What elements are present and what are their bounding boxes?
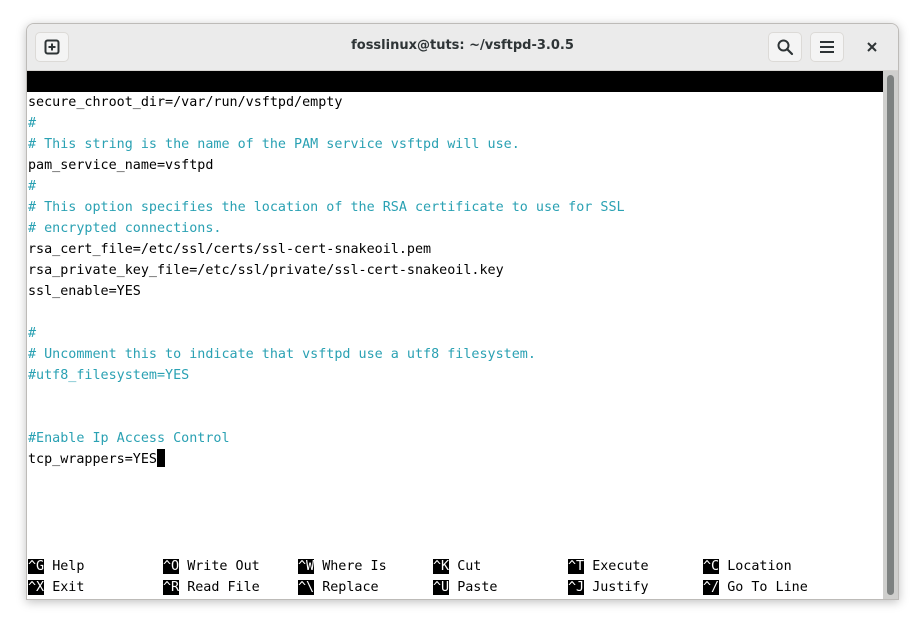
shortcut-key: ^R [163,580,180,595]
editor-line: # [28,326,37,341]
shortcut-spacer [179,580,187,595]
shortcut-spacer [584,580,592,595]
shortcut-spacer [449,559,457,574]
shortcut-item[interactable]: ^W Where Is [298,556,387,577]
editor-line: # [28,179,37,194]
scrollbar[interactable] [883,71,898,599]
terminal-window: fosslinux@tuts: ~/vsftpd-3.0.5 GNU nano … [26,23,899,600]
editor-line: #utf8_filesystem=YES [28,368,190,383]
close-icon [867,42,877,52]
editor-line: # Uncomment this to indicate that vsftpd… [28,347,536,362]
shortcut-item[interactable]: ^/ Go To Line [703,577,808,598]
editor-line: ssl_enable=YES [28,284,141,299]
shortcut-label: Cut [457,559,482,574]
editor-line: # This string is the name of the PAM ser… [28,137,520,152]
editor-line: # encrypted connections. [28,221,222,236]
shortcut-item[interactable]: ^U Paste [433,577,498,598]
shortcut-key: ^J [568,580,585,595]
shortcut-item[interactable]: ^R Read File [163,577,260,598]
shortcut-label: Read File [187,580,260,595]
shortcut-key: ^K [433,559,450,574]
shortcut-key: ^X [28,580,45,595]
menu-button[interactable] [810,32,844,62]
shortcut-item[interactable]: ^T Execute [568,556,649,577]
search-button[interactable] [768,32,802,62]
shortcut-spacer [44,559,52,574]
shortcut-key: ^O [163,559,180,574]
shortcut-label: Help [52,559,85,574]
shortcut-key: ^/ [703,580,720,595]
shortcut-label: Exit [52,580,85,595]
nano-header-bar: GNU nano 7.2 /etc/vsftpd.conf * [27,71,883,131]
title-bar: fosslinux@tuts: ~/vsftpd-3.0.5 [27,24,898,71]
shortcut-spacer [44,580,52,595]
shortcut-key: ^W [298,559,315,574]
shortcut-label: Location [727,559,792,574]
editor-line: pam_service_name=vsftpd [28,158,214,173]
shortcut-key: ^U [433,580,450,595]
editor-line: secure_chroot_dir=/var/run/vsftpd/empty [28,95,343,110]
shortcut-item[interactable]: ^C Location [703,556,792,577]
shortcut-spacer [314,580,322,595]
nano-filename: /etc/vsftpd.conf * [407,116,553,131]
shortcut-label: Execute [592,559,649,574]
shortcut-item[interactable]: ^X Exit [28,577,84,598]
terminal-content[interactable]: GNU nano 7.2 /etc/vsftpd.conf * secure_c… [27,71,883,599]
text-cursor [157,449,165,467]
shortcut-spacer [584,559,592,574]
shortcut-spacer [179,559,187,574]
editor-line: #Enable Ip Access Control [28,431,230,446]
shortcut-item[interactable]: ^J Justify [568,577,649,598]
cursor-line: tcp_wrappers=YES [28,449,165,470]
shortcut-label: Justify [592,580,649,595]
shortcut-label: Replace [322,580,379,595]
shortcut-item[interactable]: ^G Help [28,556,84,577]
shortcut-label: Paste [457,580,498,595]
shortcut-key: ^\ [298,580,315,595]
search-icon [777,39,794,56]
editor-line: rsa_cert_file=/etc/ssl/certs/ssl-cert-sn… [28,242,432,257]
editor-line: # [28,116,37,131]
shortcut-key: ^C [703,559,720,574]
scrollbar-thumb[interactable] [887,75,894,595]
shortcut-spacer [449,580,457,595]
shortcut-spacer [314,559,322,574]
hamburger-menu-icon [820,41,834,53]
shortcut-item[interactable]: ^\ Replace [298,577,379,598]
editor-line: # This option specifies the location of … [28,200,625,215]
shortcut-item[interactable]: ^K Cut [433,556,481,577]
shortcut-spacer [719,580,727,595]
shortcut-label: Go To Line [727,580,808,595]
shortcut-spacer [719,559,727,574]
shortcut-label: Where Is [322,559,387,574]
shortcut-item[interactable]: ^O Write Out [163,556,260,577]
close-button[interactable] [857,32,887,62]
shortcut-label: Write Out [187,559,260,574]
shortcut-key: ^G [28,559,45,574]
shortcut-key: ^T [568,559,585,574]
editor-line: rsa_private_key_file=/etc/ssl/private/ss… [28,263,504,278]
